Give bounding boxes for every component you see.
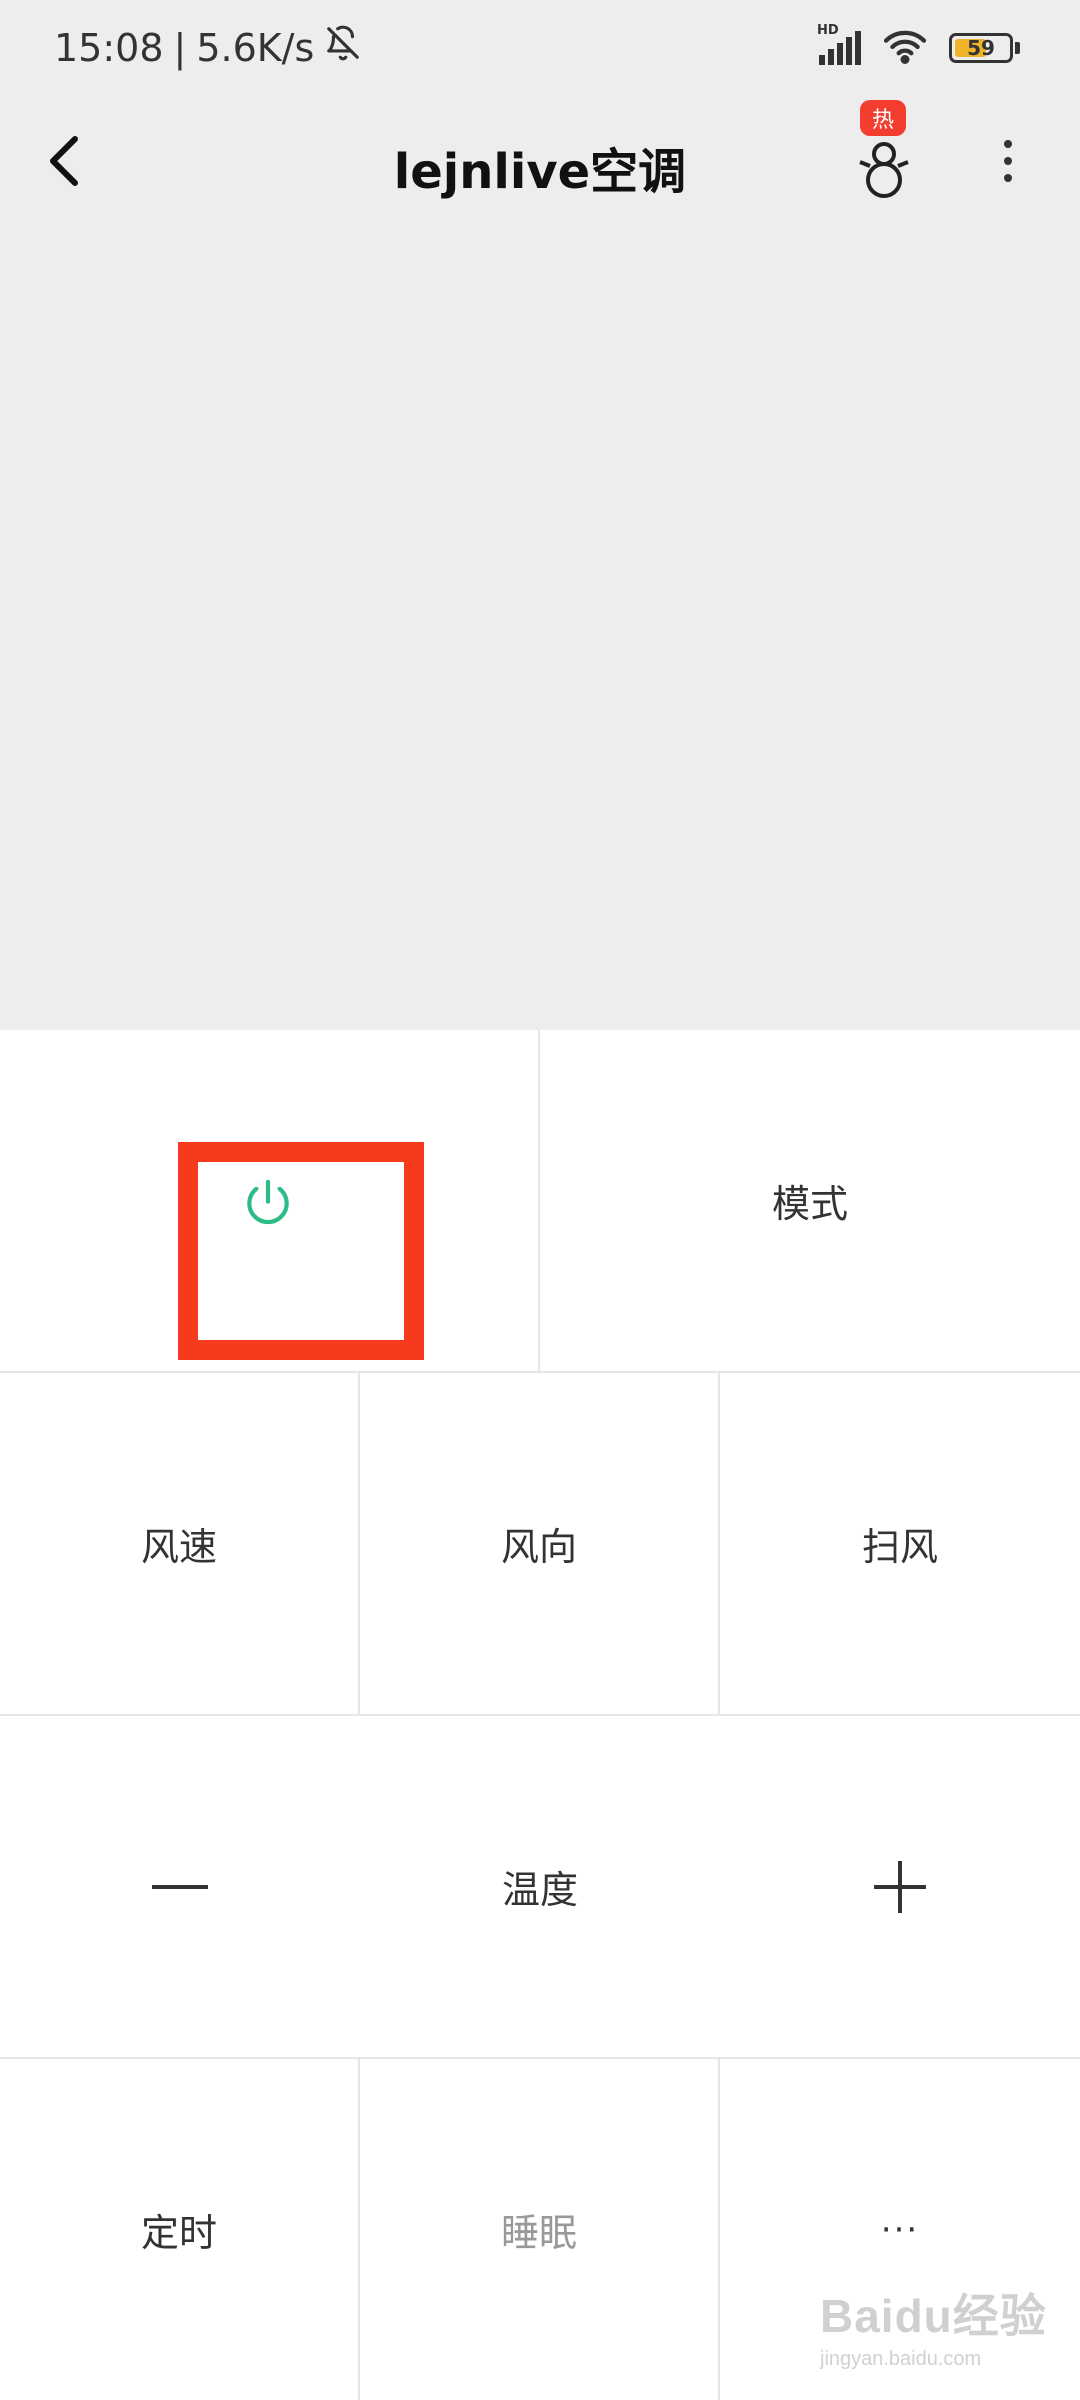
- status-net-speed: 5.6K/s: [196, 25, 315, 70]
- hot-badge: 热: [860, 100, 906, 136]
- baidu-watermark: Baidu经验 jingyan.baidu.com: [820, 2280, 1060, 2390]
- swing-label: 扫风: [861, 1525, 938, 1569]
- sleep-label: 睡眠: [500, 2211, 577, 2255]
- fan-direction-label: 风向: [500, 1525, 577, 1569]
- highlight-box: [178, 1142, 424, 1360]
- status-right: HD 59: [817, 23, 1020, 68]
- mode-label: 模式: [771, 1182, 848, 1226]
- status-separator: |: [173, 25, 187, 70]
- signal-icon: HD: [817, 23, 861, 65]
- network-type-label: HD: [817, 23, 839, 38]
- more-functions-label: ···: [880, 2209, 920, 2250]
- mode-button[interactable]: 模式: [540, 1030, 1080, 1373]
- temperature-down-button[interactable]: [0, 1716, 360, 2059]
- plus-icon: [874, 1860, 926, 1913]
- minus-icon: [152, 1884, 208, 1889]
- status-left: 15:08 | 5.6K/s: [54, 24, 362, 71]
- watermark-main: Baidu经验: [820, 2290, 1047, 2342]
- temperature-up-button[interactable]: [720, 1716, 1080, 2059]
- battery-icon: 59: [949, 33, 1020, 63]
- fan-speed-button[interactable]: 风速: [0, 1373, 360, 1716]
- timer-button[interactable]: 定时: [0, 2059, 360, 2400]
- more-vertical-icon: [1004, 140, 1012, 148]
- more-options-button[interactable]: [978, 126, 1038, 196]
- wifi-icon: [883, 28, 927, 68]
- status-bar: 15:08 | 5.6K/s HD 59: [0, 0, 1080, 96]
- bell-off-icon: [324, 24, 362, 71]
- watermark-sub: jingyan.baidu.com: [820, 2348, 982, 2370]
- nav-bar: lejnlive空调 热: [0, 96, 1080, 226]
- sleep-button[interactable]: 睡眠: [360, 2059, 720, 2400]
- mascot-button[interactable]: 热: [840, 96, 930, 206]
- remote-control-panel: 模式 风速 风向 扫风 温度 定时 睡眠 ···: [0, 1030, 1080, 2400]
- timer-label: 定时: [140, 2211, 217, 2255]
- temperature-label: 温度: [501, 1868, 578, 1912]
- temperature-label-cell: 温度: [360, 1716, 720, 2059]
- status-time: 15:08: [54, 25, 164, 70]
- swing-button[interactable]: 扫风: [720, 1373, 1080, 1716]
- battery-level: 59: [967, 36, 995, 60]
- fan-speed-label: 风速: [140, 1525, 217, 1569]
- fan-direction-button[interactable]: 风向: [360, 1373, 720, 1716]
